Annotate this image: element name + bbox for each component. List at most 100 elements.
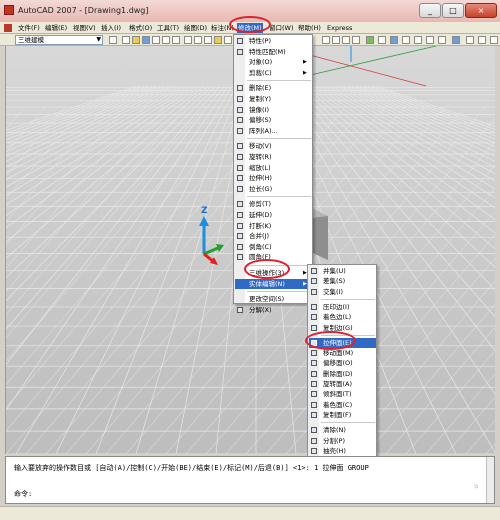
- orbit-icon[interactable]: [366, 36, 374, 44]
- tool-palettes-icon[interactable]: [402, 36, 410, 44]
- zoom-realtime-icon[interactable]: [332, 36, 340, 44]
- menu-window[interactable]: 窗口(W): [269, 23, 294, 33]
- zoom-window-icon[interactable]: [342, 36, 350, 44]
- modify-menu-item-16[interactable]: 打断(K): [235, 221, 312, 231]
- solid-edit-item-14[interactable]: 清除(N): [309, 425, 376, 435]
- modify-menu-item-5[interactable]: 复制(Y): [235, 94, 312, 104]
- modify-menu-item-4[interactable]: 删除(E): [235, 83, 312, 93]
- modify-menu-item-3[interactable]: 剪裁(C) ▶: [235, 68, 312, 78]
- solid-edit-item-4[interactable]: 着色边(L): [309, 312, 376, 322]
- modify-menu-item-9[interactable]: 移动(V): [235, 141, 312, 151]
- design-center-icon[interactable]: [390, 36, 398, 44]
- menu-help[interactable]: 帮助(H): [298, 23, 321, 33]
- solid-edit-item-8[interactable]: 偏移面(O): [309, 358, 376, 368]
- zoom-previous-icon[interactable]: [352, 36, 360, 44]
- solid-edit-item-12[interactable]: 着色面(C): [309, 400, 376, 410]
- menu-tools[interactable]: 工具(T): [157, 23, 179, 33]
- publish-icon[interactable]: [172, 36, 180, 44]
- menu-item-label: 分割(P): [323, 436, 345, 445]
- properties-toolbar-icon[interactable]: [378, 36, 386, 44]
- save-icon[interactable]: [142, 36, 150, 44]
- solid-edit-item-2[interactable]: 交集(I): [309, 287, 376, 297]
- calculator-icon[interactable]: [438, 36, 446, 44]
- autocad-logo-icon[interactable]: [4, 5, 14, 15]
- menu-item-label: 更改空间(S): [249, 295, 285, 304]
- modify-menu-item-13[interactable]: 拉长(G): [235, 184, 312, 194]
- settings-icon[interactable]: [109, 36, 117, 44]
- paste-icon[interactable]: [204, 36, 212, 44]
- minimize-button[interactable]: _: [419, 3, 441, 18]
- close-button[interactable]: ×: [465, 3, 497, 18]
- copy-icon[interactable]: [194, 36, 202, 44]
- open-folder-icon[interactable]: [132, 36, 140, 44]
- menu-format[interactable]: 格式(O): [129, 23, 152, 33]
- solid-edit-item-10[interactable]: 旋转面(A): [309, 379, 376, 389]
- help-icon[interactable]: [452, 36, 460, 44]
- watermark-logo: ⌗: [473, 481, 480, 492]
- menu-item-label: 修剪(T): [249, 200, 272, 209]
- layer-state-icon[interactable]: [478, 36, 486, 44]
- command-history: 输入要放弃的操作数目或 [自动(A)/控制(C)/开始(BE)/结束(E)/标记…: [14, 464, 369, 472]
- command-window[interactable]: 输入要放弃的操作数目或 [自动(A)/控制(C)/开始(BE)/结束(E)/标记…: [5, 456, 495, 504]
- annotation-circle-extrude-faces: [305, 331, 356, 350]
- command-prompt[interactable]: 命令:: [14, 489, 32, 499]
- match-brush-icon[interactable]: [214, 36, 222, 44]
- layer-icon[interactable]: [466, 36, 474, 44]
- modify-menu-item-10[interactable]: 旋转(R): [235, 152, 312, 162]
- maximize-button[interactable]: □: [442, 3, 464, 18]
- workspace-value: 三维建模: [18, 36, 44, 44]
- new-file-icon[interactable]: [122, 36, 130, 44]
- command-scrollbar[interactable]: [486, 457, 494, 503]
- toolbar-overflow-icon[interactable]: [490, 36, 498, 44]
- pan-icon[interactable]: [322, 36, 330, 44]
- menu-separator: [321, 422, 375, 424]
- modify-menu-item-12[interactable]: 拉伸(H): [235, 173, 312, 183]
- sheet-set-icon[interactable]: [414, 36, 422, 44]
- menu-separator: [247, 196, 311, 198]
- solid-edit-item-11[interactable]: 倾斜面(T): [309, 389, 376, 399]
- modify-menu-item-6[interactable]: 镜像(I): [235, 105, 312, 115]
- menu-item-label: 删除(E): [249, 84, 272, 93]
- menu-express[interactable]: Express: [327, 23, 352, 33]
- stretch-icon: [237, 175, 243, 182]
- move-faces-icon: [311, 350, 317, 357]
- undo-icon[interactable]: [224, 36, 232, 44]
- solid-edit-item-0[interactable]: 并集(U): [309, 266, 376, 276]
- modify-menu-item-11[interactable]: 缩放(L): [235, 163, 312, 173]
- modify-menu-item-23[interactable]: 分解(X): [235, 305, 312, 315]
- menu-file[interactable]: 文件(F): [18, 23, 40, 33]
- modify-menu-item-21[interactable]: 实体编辑(N) ▶: [235, 278, 312, 289]
- modify-menu-item-18[interactable]: 倒角(C): [235, 242, 312, 252]
- solid-edit-item-9[interactable]: 删除面(D): [309, 369, 376, 379]
- document-icon[interactable]: [4, 24, 12, 32]
- modify-menu-item-22[interactable]: 更改空间(S): [235, 294, 312, 304]
- workspace-select[interactable]: 三维建模 ▼: [15, 35, 103, 45]
- menu-item-label: 抽壳(H): [323, 446, 346, 455]
- solid-edit-item-13[interactable]: 复制面(F): [309, 410, 376, 420]
- menu-draw[interactable]: 绘图(D): [184, 23, 207, 33]
- menu-view[interactable]: 视图(V): [73, 23, 96, 33]
- modify-menu-item-0[interactable]: 特性(P): [235, 36, 312, 46]
- copy-icon: [237, 96, 243, 102]
- modify-menu-item-7[interactable]: 偏移(S): [235, 115, 312, 125]
- menu-insert[interactable]: 插入(I): [101, 23, 121, 33]
- solid-edit-item-1[interactable]: 差集(S): [309, 276, 376, 286]
- modify-menu-item-1[interactable]: 特性匹配(M): [235, 47, 312, 57]
- cut-icon[interactable]: [184, 36, 192, 44]
- shell-icon: [311, 447, 317, 454]
- solid-edit-item-15[interactable]: 分割(P): [309, 436, 376, 446]
- print-icon[interactable]: [152, 36, 160, 44]
- ucs-z-label: Z: [201, 206, 208, 216]
- menu-item-label: 特性(P): [249, 37, 271, 45]
- solid-edit-item-3[interactable]: 压印边(I): [309, 302, 376, 312]
- modify-menu-item-2[interactable]: 对象(O) ▶: [235, 57, 312, 67]
- solid-edit-item-16[interactable]: 抽壳(H): [309, 446, 376, 456]
- menu-edit[interactable]: 编辑(E): [45, 23, 67, 33]
- solid-edit-item-7[interactable]: 移动面(M): [309, 348, 376, 358]
- modify-menu-item-8[interactable]: 阵列(A)...: [235, 126, 312, 136]
- modify-menu-item-15[interactable]: 延伸(D): [235, 210, 312, 220]
- modify-menu-item-17[interactable]: 合并(J): [235, 231, 312, 241]
- modify-menu-item-14[interactable]: 修剪(T): [235, 199, 312, 209]
- plot-preview-icon[interactable]: [162, 36, 170, 44]
- markup-icon[interactable]: [426, 36, 434, 44]
